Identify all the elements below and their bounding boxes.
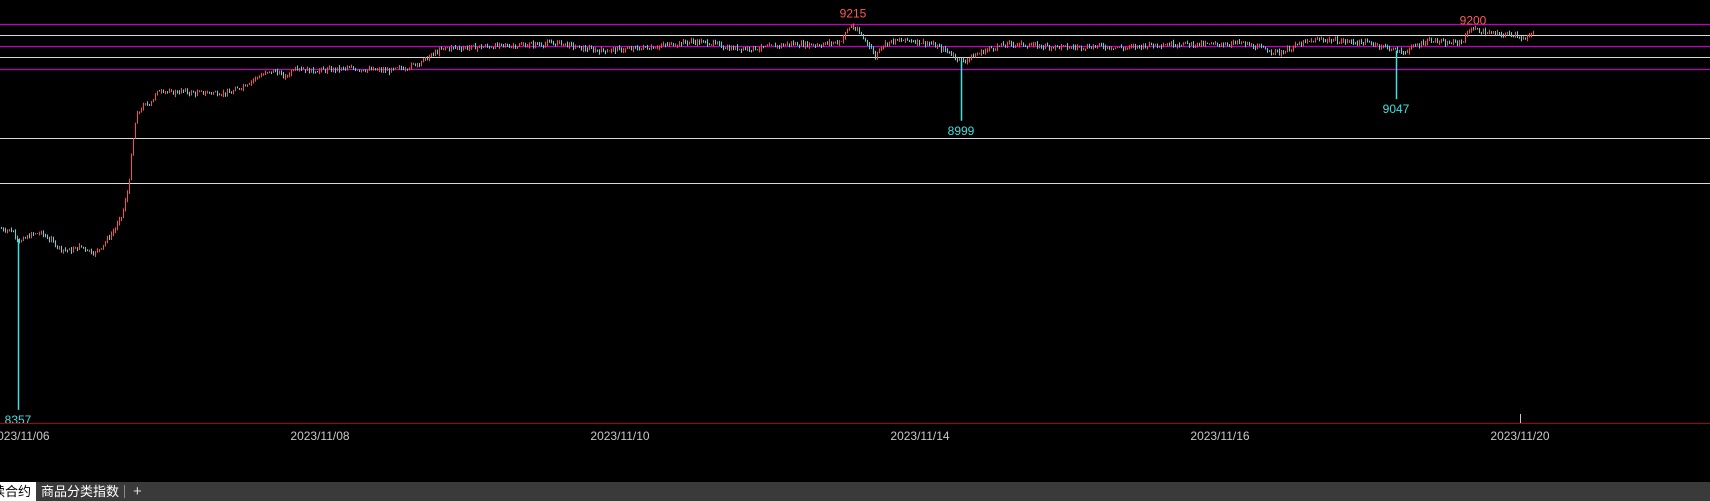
price-chart: 83579215899990479200 2023/11/062023/11/0… [0,7,1710,443]
x-tick-label-4: 2023/11/16 [1190,429,1249,443]
candles [1,24,1534,257]
tab-commodity-index[interactable]: 商品分类指数 [36,482,124,501]
x-tick-label-0: 2023/11/06 [0,429,50,443]
price-label-8357: 8357 [5,413,32,427]
price-levels [0,23,1710,184]
x-tick-label-5: 2023/11/20 [1490,429,1549,443]
price-label-9200: 9200 [1460,13,1487,27]
x-tick-label-2: 2023/11/10 [590,429,649,443]
tab-bar: 续合约 商品分类指数 + [0,482,1710,501]
tab-continuous-contract[interactable]: 续合约 [0,482,37,501]
add-tab-button[interactable]: + [125,482,150,501]
x-axis-ticks: 2023/11/06 2023/11/08 2023/11/10 2023/11/14… [0,414,1550,443]
price-label-8999: 8999 [948,124,975,138]
price-label-9047: 9047 [1383,102,1410,116]
x-tick-label-3: 2023/11/14 [890,429,949,443]
x-tick-label-1: 2023/11/08 [290,429,349,443]
price-label-9215: 9215 [840,7,867,21]
